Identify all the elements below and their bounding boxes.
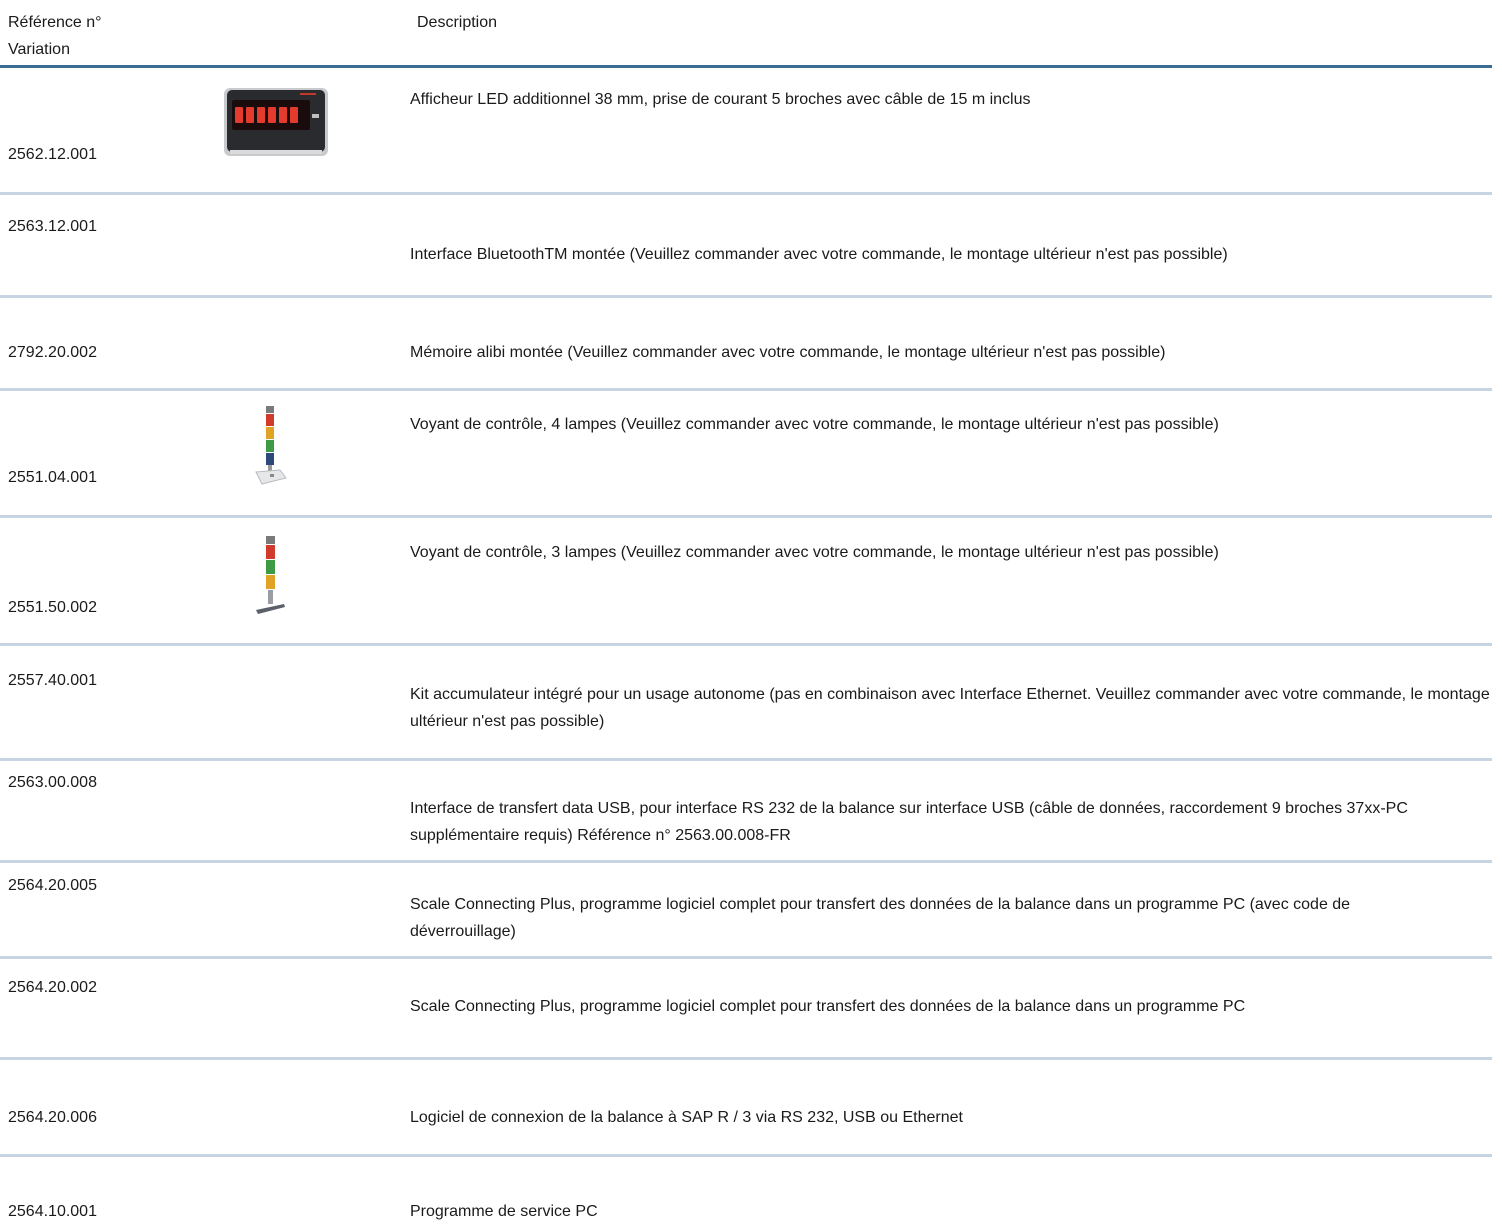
row-ref: 2564.20.002: [8, 979, 97, 996]
row-ref: 2792.20.002: [8, 344, 97, 361]
header-ref-label: Référence n°: [8, 14, 102, 31]
signal-light-3-icon: [254, 534, 288, 618]
header-description-label: Description: [417, 14, 498, 31]
row-description: Mémoire alibi montée (Veuillez commander…: [410, 344, 1166, 361]
header-variation-label: Variation: [8, 41, 70, 58]
row-divider: [0, 1057, 1492, 1060]
row-ref: 2563.12.001: [8, 218, 97, 235]
row-description: Interface de transfert data USB, pour in…: [410, 800, 1408, 844]
row-divider: [0, 295, 1492, 298]
row-description: Interface BluetoothTM montée (Veuillez c…: [410, 246, 1228, 263]
header-divider: [0, 65, 1492, 68]
row-ref: 2557.40.001: [8, 672, 97, 689]
row-description: Afficheur LED additionnel 38 mm, prise d…: [410, 91, 1031, 108]
row-ref: 2564.10.001: [8, 1203, 97, 1220]
row-description: Scale Connecting Plus, programme logicie…: [410, 896, 1351, 940]
row-description: Voyant de contrôle, 4 lampes (Veuillez c…: [410, 416, 1219, 433]
row-description: Voyant de contrôle, 3 lampes (Veuillez c…: [410, 544, 1219, 561]
row-description: Kit accumulateur intégré pour un usage a…: [410, 686, 1490, 730]
row-divider: [0, 956, 1492, 959]
row-divider: [0, 388, 1492, 391]
led-display-icon: [222, 84, 330, 158]
row-ref: 2563.00.008: [8, 774, 97, 791]
row-ref: 2562.12.001: [8, 146, 97, 163]
row-divider: [0, 860, 1492, 863]
row-divider: [0, 515, 1492, 518]
row-ref: 2564.20.005: [8, 877, 97, 894]
row-divider: [0, 1154, 1492, 1157]
row-description: Logiciel de connexion de la balance à SA…: [410, 1109, 963, 1126]
row-ref: 2551.50.002: [8, 599, 97, 616]
row-divider: [0, 192, 1492, 195]
row-ref: 2564.20.006: [8, 1109, 97, 1126]
row-divider: [0, 758, 1492, 761]
row-divider: [0, 643, 1492, 646]
row-ref: 2551.04.001: [8, 469, 97, 486]
row-description: Scale Connecting Plus, programme logicie…: [410, 998, 1246, 1015]
signal-light-4-icon: [252, 404, 288, 488]
